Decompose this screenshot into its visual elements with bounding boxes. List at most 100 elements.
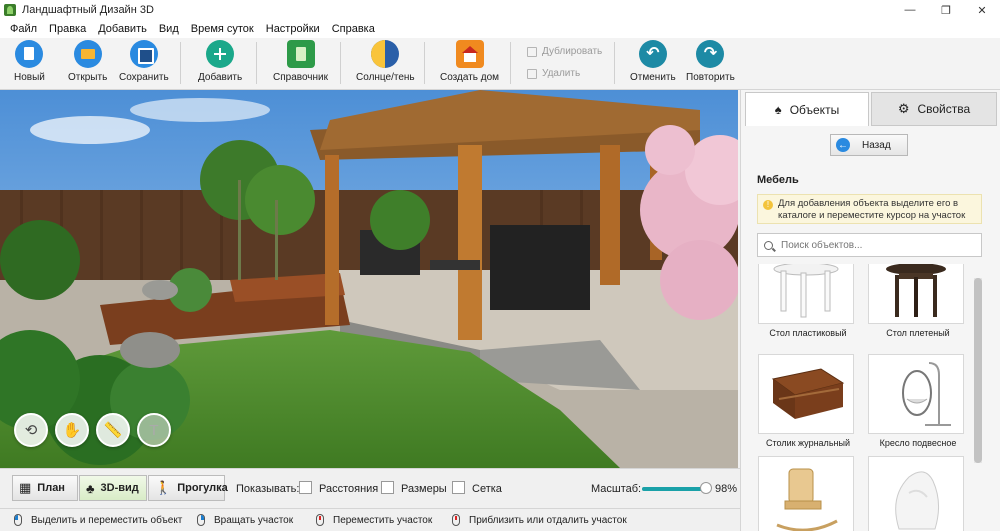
undo-button[interactable]: Отменить [630, 40, 676, 83]
tab-properties[interactable]: ⚙ Свойства [871, 92, 997, 126]
catalog-item-plastic-table[interactable] [758, 264, 854, 324]
walk-view-label: Прогулка [177, 482, 228, 494]
status-select-move: Выделить и переместить объект [14, 514, 182, 526]
3d-view-label: 3D-вид [100, 482, 139, 494]
menu-add[interactable]: Добавить [92, 23, 153, 35]
search-input[interactable] [781, 239, 971, 251]
status-rotate-text: Вращать участок [214, 514, 294, 526]
window-title: Ландшафтный Дизайн 3D [22, 4, 154, 16]
3d-view-button[interactable]: ♣ 3D-вид [79, 475, 147, 501]
scale-slider[interactable] [642, 487, 707, 491]
hint-box: ! Для добавления объекта выделите его в … [757, 194, 982, 224]
scroll-thumb[interactable] [974, 278, 982, 463]
hand-icon: ✋ [62, 422, 82, 439]
minimize-button[interactable]: — [892, 0, 928, 20]
duplicate-icon [527, 46, 537, 57]
catalog-item-label: Стол плетеный [886, 328, 950, 338]
new-document-icon [15, 40, 44, 68]
save-button[interactable]: Сохранить [119, 40, 169, 83]
distances-checkbox[interactable] [299, 481, 312, 494]
sun-shadow-button[interactable]: Солнце/тень [356, 40, 415, 83]
text-tool[interactable]: T [137, 413, 171, 447]
redo-icon [696, 40, 725, 68]
tab-objects[interactable]: ♠ Объекты [745, 92, 869, 126]
catalog-item-rocking-chair[interactable] [758, 456, 854, 531]
catalog-item-label: Кресло подвесное [879, 438, 957, 448]
view-toolbar: ▦ План ♣ 3D-вид 🚶 Прогулка Показывать: Р… [0, 468, 740, 508]
open-button[interactable]: Открыть [68, 40, 107, 83]
catalog-item-hanging-chair[interactable] [868, 354, 964, 434]
menu-help[interactable]: Справка [326, 23, 381, 35]
catalog-scrollbar[interactable] [974, 278, 982, 463]
menu-settings[interactable]: Настройки [260, 23, 326, 35]
catalog-item-label: Стол пластиковый [769, 328, 847, 338]
undo-button-label: Отменить [630, 72, 676, 83]
add-button-label: Добавить [198, 72, 243, 83]
plus-icon [206, 40, 235, 68]
status-select-move-text: Выделить и переместить объект [31, 514, 183, 526]
hanging-chair-icon [902, 362, 951, 426]
reference-button-label: Справочник [273, 72, 328, 83]
3d-viewport[interactable]: ⟲ ✋ 📏 T [0, 90, 738, 468]
walking-person-icon: 🚶 [155, 480, 172, 495]
back-button[interactable]: ← Назад [830, 134, 908, 156]
toolbar-divider [340, 42, 341, 84]
catalog-item-label: Столик журнальный [766, 438, 850, 448]
distances-label: Расстояния [319, 483, 379, 495]
menu-view[interactable]: Вид [153, 23, 185, 35]
gear-icon: ⚙ [897, 101, 910, 116]
measure-tool[interactable]: 📏 [96, 413, 130, 447]
title-bar: Ландшафтный Дизайн 3D — ❐ ✕ [0, 0, 1000, 20]
scale-slider-knob[interactable] [699, 482, 712, 494]
plan-view-button[interactable]: ▦ План [12, 475, 78, 501]
bean-bag-icon [895, 471, 939, 530]
orbit-tool[interactable]: ⟲ [14, 413, 48, 447]
folder-icon [73, 40, 102, 68]
garden-scene [0, 90, 738, 468]
reference-button[interactable]: Справочник [273, 40, 328, 83]
sizes-label: Размеры [401, 483, 447, 495]
menu-file[interactable]: Файл [4, 23, 43, 35]
save-button-label: Сохранить [119, 72, 169, 83]
scale-label: Масштаб: [591, 483, 642, 495]
tree-icon: ♣ [86, 480, 95, 496]
coffee-table-icon [771, 368, 845, 419]
back-button-label: Назад [862, 139, 891, 151]
house-icon [455, 40, 484, 68]
menu-time-of-day[interactable]: Время суток [185, 23, 260, 35]
close-button[interactable]: ✕ [964, 0, 1000, 20]
scale-value: 98% [715, 483, 738, 495]
toolbar: Новый Открыть Сохранить Добавить Справоч… [0, 38, 1000, 90]
toolbar-divider [180, 42, 181, 84]
menu-bar: Файл Правка Добавить Вид Время суток Нас… [0, 20, 1000, 38]
toolbar-divider [510, 42, 511, 84]
add-button[interactable]: Добавить [198, 40, 242, 83]
grid-label: Сетка [472, 483, 502, 495]
scale-slider-fill [642, 487, 706, 491]
wicker-table-icon [886, 264, 946, 317]
grid-checkbox[interactable] [452, 481, 465, 494]
catalog-item-bean-bag[interactable] [868, 456, 964, 531]
sun-shadow-button-label: Солнце/тень [356, 72, 415, 83]
cube-rotate-icon: ⟲ [24, 422, 38, 439]
catalog-item-wicker-table[interactable] [868, 264, 964, 324]
walk-view-button[interactable]: 🚶 Прогулка [148, 475, 228, 501]
new-button[interactable]: Новый [14, 40, 45, 83]
duplicate-button[interactable]: Дублировать [527, 46, 602, 57]
sun-shadow-icon [371, 40, 400, 68]
status-move-text: Переместить участок [333, 514, 433, 526]
create-house-button[interactable]: Создать дом [440, 40, 499, 83]
catalog-item-coffee-table[interactable] [758, 354, 854, 434]
toolbar-divider [256, 42, 257, 84]
tab-objects-label: Объекты [789, 102, 840, 117]
show-label: Показывать: [236, 483, 300, 495]
redo-button[interactable]: Повторить [686, 40, 735, 83]
mouse-wheel-scroll-icon [452, 514, 460, 526]
sizes-checkbox[interactable] [381, 481, 394, 494]
window-controls: — ❐ ✕ [892, 0, 1000, 20]
menu-edit[interactable]: Правка [43, 23, 92, 35]
pan-tool[interactable]: ✋ [55, 413, 89, 447]
maximize-button[interactable]: ❐ [928, 0, 964, 20]
delete-button-label: Удалить [542, 68, 581, 79]
delete-button[interactable]: Удалить [527, 68, 580, 79]
